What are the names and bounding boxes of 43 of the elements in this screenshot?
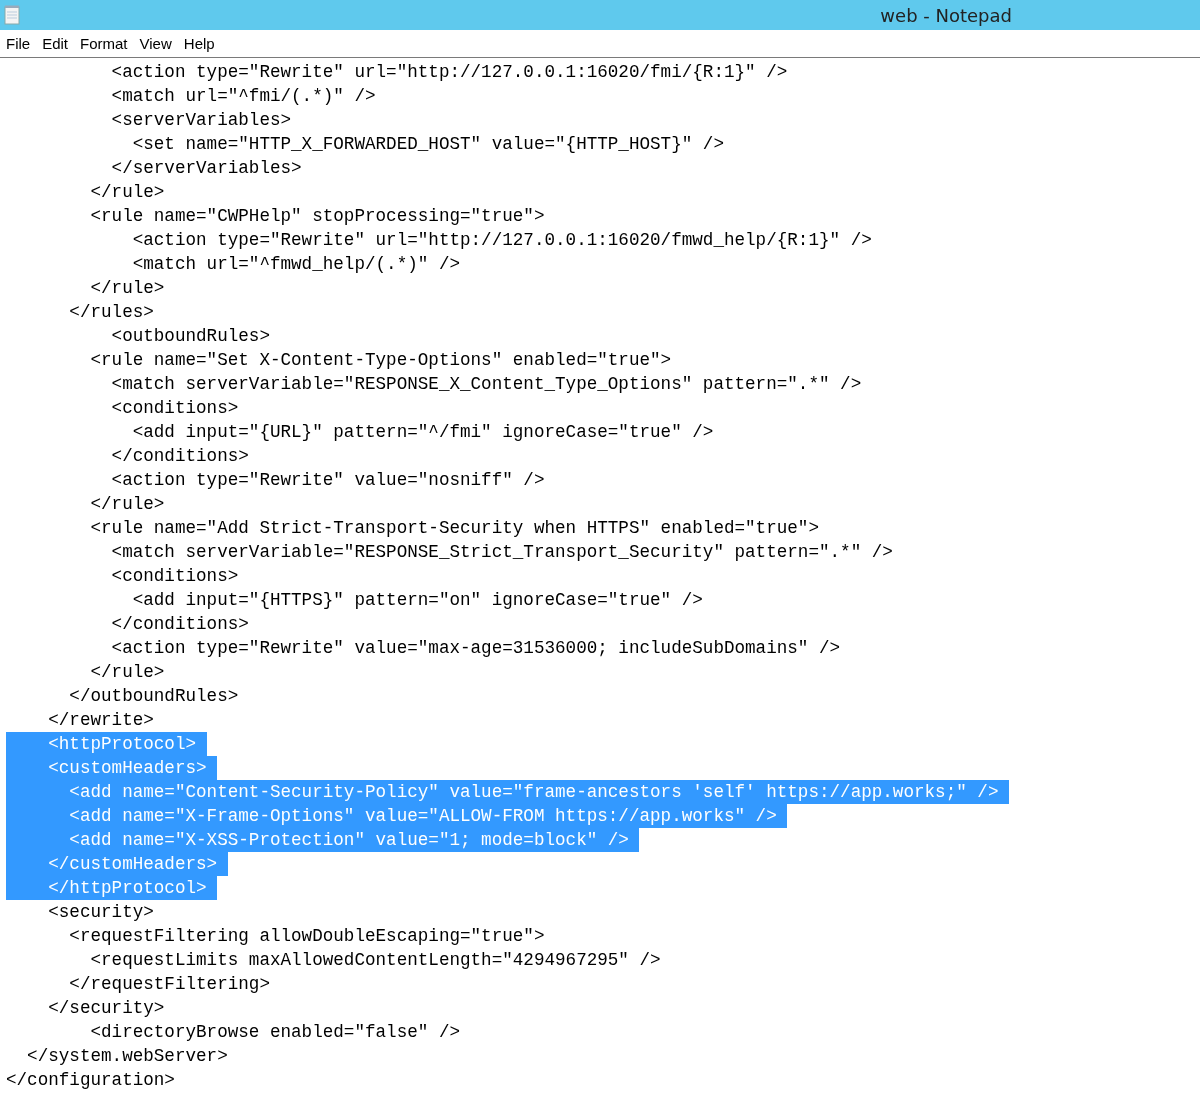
text-line: <serverVariables>	[110, 109, 292, 132]
text-line: <match url="^fmi/(.*)" />	[110, 85, 376, 108]
text-line: <add input="{HTTPS}" pattern="on" ignoreCase="true" />	[131, 589, 703, 612]
menu-item[interactable]: File	[0, 35, 37, 52]
text-line: <set name="HTTP_X_FORWARDED_HOST" value="{HTTP_HOST}" />	[131, 133, 724, 156]
text-line: <directoryBrowse enabled="false" />	[89, 1021, 460, 1044]
text-line: </conditions>	[110, 613, 249, 636]
text-line: </conditions>	[110, 445, 249, 468]
text-line: <conditions>	[110, 397, 239, 420]
text-line: <action type="Rewrite" url="http://127.0.0.1:16020/fmi/{R:1}" />	[110, 61, 788, 84]
text-line: <match url="^fmwd_help/(.*)" />	[131, 253, 460, 276]
text-line: </rule>	[89, 181, 165, 204]
text-line: </security>	[47, 997, 165, 1020]
menu-item[interactable]: Help	[177, 35, 221, 52]
notepad-icon	[4, 5, 20, 25]
text-line: </rule>	[89, 661, 165, 684]
text-line: <conditions>	[110, 565, 239, 588]
text-line: </rewrite>	[47, 709, 154, 732]
text-line: </rules>	[68, 301, 154, 324]
text-line: <requestLimits maxAllowedContentLength="4294967295" />	[89, 949, 661, 972]
text-line: <requestFiltering allowDoubleEscaping="true">	[68, 925, 545, 948]
text-line: <action type="Rewrite" value="nosniff" />	[110, 469, 545, 492]
text-line: </configuration>	[6, 1069, 175, 1092]
menu-item[interactable]: View	[133, 35, 178, 52]
text-line: <match serverVariable="RESPONSE_Strict_Transport_Security" pattern=".*" />	[110, 541, 893, 564]
text-line: <security>	[47, 901, 154, 924]
text-line: <add input="{URL}" pattern="^/fmi" ignoreCase="true" />	[131, 421, 714, 444]
text-line: </serverVariables>	[110, 157, 302, 180]
text-line: </system.webServer>	[26, 1045, 228, 1068]
text-line: </rule>	[89, 493, 165, 516]
text-line: </requestFiltering>	[68, 973, 270, 996]
text-line: <rule name="Add Strict-Transport-Security when HTTPS" enabled="true">	[89, 517, 819, 540]
text-line: </rule>	[89, 277, 165, 300]
text-line: <rule name="Set X-Content-Type-Options" enabled="true">	[89, 349, 672, 372]
text-line: <action type="Rewrite" url="http://127.0.0.1:16020/fmwd_help/{R:1}" />	[131, 229, 872, 252]
text-line: <outboundRules>	[110, 325, 270, 348]
text-line: <match serverVariable="RESPONSE_X_Content_Type_Options" pattern=".*" />	[110, 373, 862, 396]
text-line: </outboundRules>	[68, 685, 239, 708]
text-line: <rule name="CWPHelp" stopProcessing="true">	[89, 205, 545, 228]
menu-item[interactable]: Edit	[36, 35, 75, 52]
text-line: <action type="Rewrite" value="max-age=31536000; includeSubDomains" />	[110, 637, 841, 660]
menu-item[interactable]: Format	[74, 35, 134, 52]
window-title: web - Notepad	[880, 4, 1012, 26]
